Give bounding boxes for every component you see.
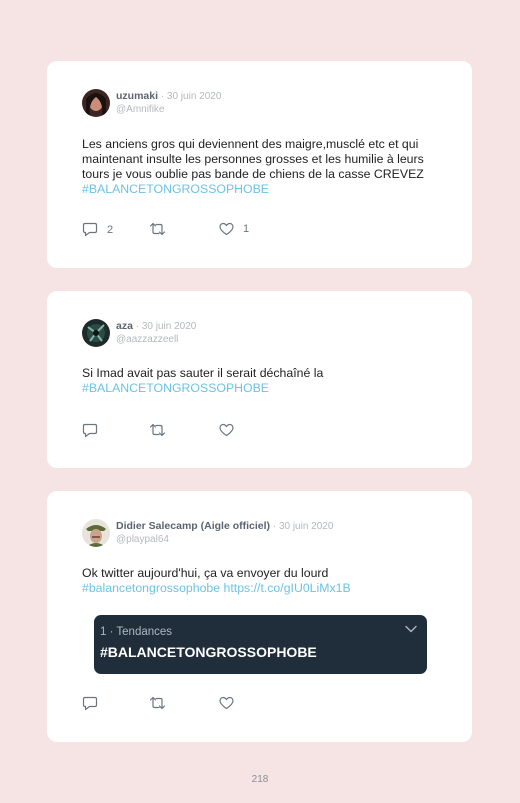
trend-hashtag: #BALANCETONGROSSOPHOBE — [100, 644, 317, 660]
like-count: 1 — [243, 223, 250, 235]
avatar[interactable] — [82, 519, 110, 547]
display-name[interactable]: aza — [116, 320, 133, 332]
url-link[interactable]: https://t.co/gIU0LiMx1B — [224, 581, 351, 595]
tweet-card: Didier Salecamp (Aigle officiel) · 30 ju… — [47, 491, 472, 742]
tweet-text: Ok twitter aujourd'hui, ça va envoyer du… — [82, 566, 432, 596]
hashtag-link[interactable]: #BALANCETONGROSSOPHOBE — [82, 182, 269, 196]
trend-card[interactable]: 1 · Tendances #BALANCETONGROSSOPHOBE — [94, 615, 427, 674]
reply-icon — [82, 696, 98, 711]
user-names: Didier Salecamp (Aigle officiel) · 30 ju… — [116, 520, 333, 546]
reply-button[interactable]: 2 — [82, 222, 113, 237]
tweet-date[interactable]: 30 juin 2020 — [142, 321, 197, 332]
retweet-button[interactable] — [149, 423, 166, 437]
tweet-card: aza · 30 juin 2020 @aazzazzeell Si Imad … — [47, 291, 472, 468]
like-button[interactable]: 1 — [219, 222, 249, 236]
page-number: 218 — [251, 774, 269, 785]
reply-icon — [82, 222, 98, 237]
avatar[interactable] — [82, 319, 110, 347]
trend-meta: 1 · Tendances — [100, 626, 173, 638]
heart-icon — [219, 222, 234, 236]
display-name[interactable]: Didier Salecamp (Aigle officiel) — [116, 520, 270, 532]
user-handle[interactable]: @Amnifike — [116, 103, 221, 116]
retweet-icon — [149, 222, 166, 236]
reply-button[interactable] — [82, 423, 98, 438]
tweet-text-body: Ok twitter aujourd'hui, ça va envoyer du… — [82, 566, 329, 580]
hashtag-link[interactable]: #balancetongrossophobe — [82, 581, 220, 595]
retweet-icon — [149, 423, 166, 437]
tweet-text-body: Si Imad avait pas sauter il serait décha… — [82, 366, 324, 380]
hashtag-link[interactable]: #BALANCETONGROSSOPHOBE — [82, 381, 269, 395]
user-handle[interactable]: @playpal64 — [116, 533, 333, 546]
reply-button[interactable] — [82, 696, 98, 711]
tweet-text: Les anciens gros qui deviennent des maig… — [82, 137, 432, 197]
tweet-text-body: Les anciens gros qui deviennent des maig… — [82, 137, 424, 181]
heart-icon — [219, 423, 234, 437]
tweet-text: Si Imad avait pas sauter il serait décha… — [82, 366, 432, 396]
display-name[interactable]: uzumaki — [116, 90, 158, 102]
user-names: aza · 30 juin 2020 @aazzazzeell — [116, 320, 196, 346]
user-names: uzumaki · 30 juin 2020 @Amnifike — [116, 90, 221, 116]
user-handle[interactable]: @aazzazzeell — [116, 333, 196, 346]
tweet-card: uzumaki · 30 juin 2020 @Amnifike Les anc… — [47, 61, 472, 268]
tweet-date[interactable]: 30 juin 2020 — [279, 521, 334, 532]
date-separator: · — [158, 91, 167, 102]
retweet-icon — [149, 696, 166, 710]
chevron-down-icon[interactable] — [405, 625, 417, 633]
date-separator: · — [270, 521, 279, 532]
like-button[interactable] — [219, 423, 234, 437]
avatar[interactable] — [82, 89, 110, 117]
date-separator: · — [132, 321, 142, 332]
tweet-date[interactable]: 30 juin 2020 — [167, 91, 222, 102]
reply-count: 2 — [107, 223, 114, 236]
reply-icon — [82, 423, 98, 438]
heart-icon — [219, 696, 234, 710]
retweet-button[interactable] — [149, 696, 166, 710]
like-button[interactable] — [219, 696, 234, 710]
retweet-button[interactable] — [149, 222, 166, 236]
